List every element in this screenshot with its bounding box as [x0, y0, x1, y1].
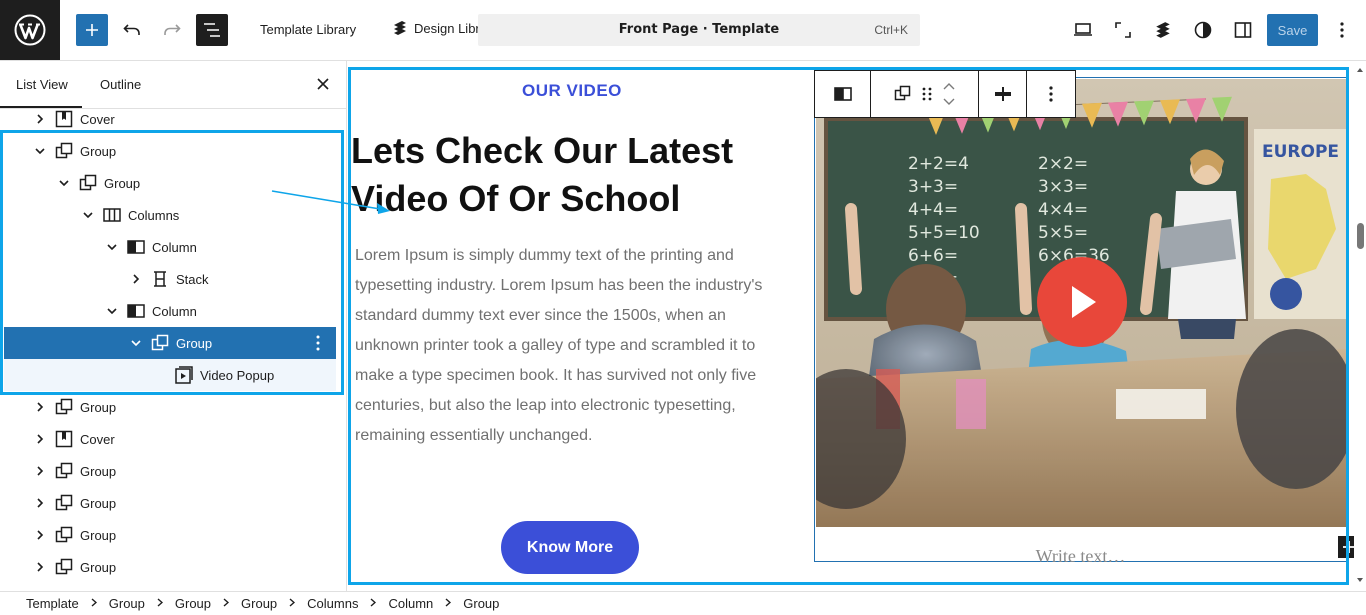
sidebar-icon: [1234, 22, 1252, 38]
block-breadcrumbs-bar: Template Group Group Group Columns Column Grou…: [0, 591, 1366, 615]
canvas-scrollbar[interactable]: [1354, 61, 1366, 591]
plus-icon: [86, 24, 98, 36]
chevron-right-icon[interactable]: [35, 466, 45, 476]
chevron-right-icon[interactable]: [35, 562, 45, 572]
chevron-right-icon[interactable]: [35, 402, 45, 412]
list-item[interactable]: Cover: [0, 423, 347, 455]
breadcrumb-separator-icon: [370, 597, 377, 610]
document-overview-button[interactable]: [196, 14, 228, 46]
breadcrumb-item[interactable]: Group: [463, 596, 499, 611]
settings-sidebar-button[interactable]: [1227, 14, 1259, 46]
redo-icon: [164, 24, 181, 35]
breadcrumb-item[interactable]: Columns: [307, 596, 358, 611]
tab-list-view[interactable]: List View: [0, 77, 82, 108]
redo-button[interactable]: [156, 14, 188, 46]
editor-top-toolbar: Template Library Design Library Front Pa…: [0, 0, 1366, 61]
scrollbar-thumb[interactable]: [1357, 223, 1364, 249]
cover-icon: [54, 429, 74, 449]
wordpress-logo-icon[interactable]: [0, 0, 60, 60]
breadcrumb-separator-icon: [223, 597, 230, 610]
sidebar-tabs: List View Outline: [0, 61, 346, 109]
list-item[interactable]: Group: [0, 551, 347, 583]
command-palette-bar[interactable]: Front Page · Template Ctrl+K: [478, 14, 920, 46]
tab-outline[interactable]: Outline: [100, 77, 141, 92]
stackable-icon: [1156, 22, 1170, 38]
list-item[interactable]: Group: [0, 487, 347, 519]
list-item-label: Cover: [80, 432, 115, 447]
options-button[interactable]: [1326, 14, 1358, 46]
editor-canvas: OUR VIDEO Lets Check Our Latest Video Of…: [347, 61, 1354, 591]
more-vertical-icon: [1340, 22, 1344, 38]
save-button[interactable]: Save: [1267, 14, 1318, 46]
breadcrumb-separator-icon: [157, 597, 163, 610]
undo-icon: [123, 24, 140, 35]
undo-button[interactable]: [116, 14, 148, 46]
breadcrumb-item[interactable]: Group: [175, 596, 211, 611]
breadcrumb-item[interactable]: Template: [26, 596, 79, 611]
breadcrumb-separator-icon: [91, 597, 97, 610]
breadcrumb-item[interactable]: Group: [241, 596, 277, 611]
list-item[interactable]: Group: [0, 391, 347, 423]
chevron-right-icon[interactable]: [35, 114, 45, 124]
group-icon: [54, 557, 74, 577]
cover-icon: [54, 109, 74, 129]
list-view-sidebar: List View Outline Cover Group Group Columns…: [0, 61, 347, 591]
selected-block-frame: [348, 67, 1349, 585]
document-title: Front Page · Template: [618, 22, 780, 37]
stackable-logo-icon: [394, 21, 406, 35]
list-item-label: Cover: [80, 112, 115, 127]
group-icon: [54, 397, 74, 417]
fullscreen-button[interactable]: [1107, 14, 1139, 46]
group-icon: [54, 461, 74, 481]
list-item[interactable]: Group: [0, 455, 347, 487]
chevron-right-icon[interactable]: [35, 530, 45, 540]
chevron-right-icon[interactable]: [35, 434, 45, 444]
styles-button[interactable]: [1187, 14, 1219, 46]
selection-highlight-frame: [0, 130, 344, 395]
breadcrumb-item[interactable]: Group: [109, 596, 145, 611]
scroll-down-icon[interactable]: [1354, 575, 1366, 585]
list-item[interactable]: Group: [0, 519, 347, 551]
group-icon: [54, 525, 74, 545]
laptop-icon: [1074, 23, 1092, 36]
breadcrumb-separator-icon: [289, 597, 296, 610]
list-item-label: Group: [80, 496, 117, 511]
breadcrumb-separator-icon: [445, 597, 452, 610]
list-item-label: Group: [80, 560, 117, 575]
breadcrumb: Template Group Group Group Columns Column Grou…: [26, 596, 499, 611]
breadcrumb-item[interactable]: Column: [388, 596, 433, 611]
chevron-right-icon[interactable]: [35, 498, 45, 508]
scroll-up-icon[interactable]: [1354, 65, 1366, 75]
device-preview-button[interactable]: [1067, 14, 1099, 46]
template-library-link[interactable]: Template Library: [260, 22, 356, 37]
close-icon[interactable]: [314, 75, 332, 93]
list-item-label: Group: [80, 528, 117, 543]
command-shortcut: Ctrl+K: [874, 23, 908, 37]
expand-icon: [1115, 22, 1131, 38]
stackable-settings-button[interactable]: [1147, 14, 1179, 46]
add-block-button[interactable]: [76, 14, 108, 46]
group-icon: [54, 493, 74, 513]
list-item-label: Group: [80, 464, 117, 479]
list-item-label: Group: [80, 400, 117, 415]
list-view-icon: [204, 23, 220, 37]
contrast-icon: [1194, 21, 1212, 39]
